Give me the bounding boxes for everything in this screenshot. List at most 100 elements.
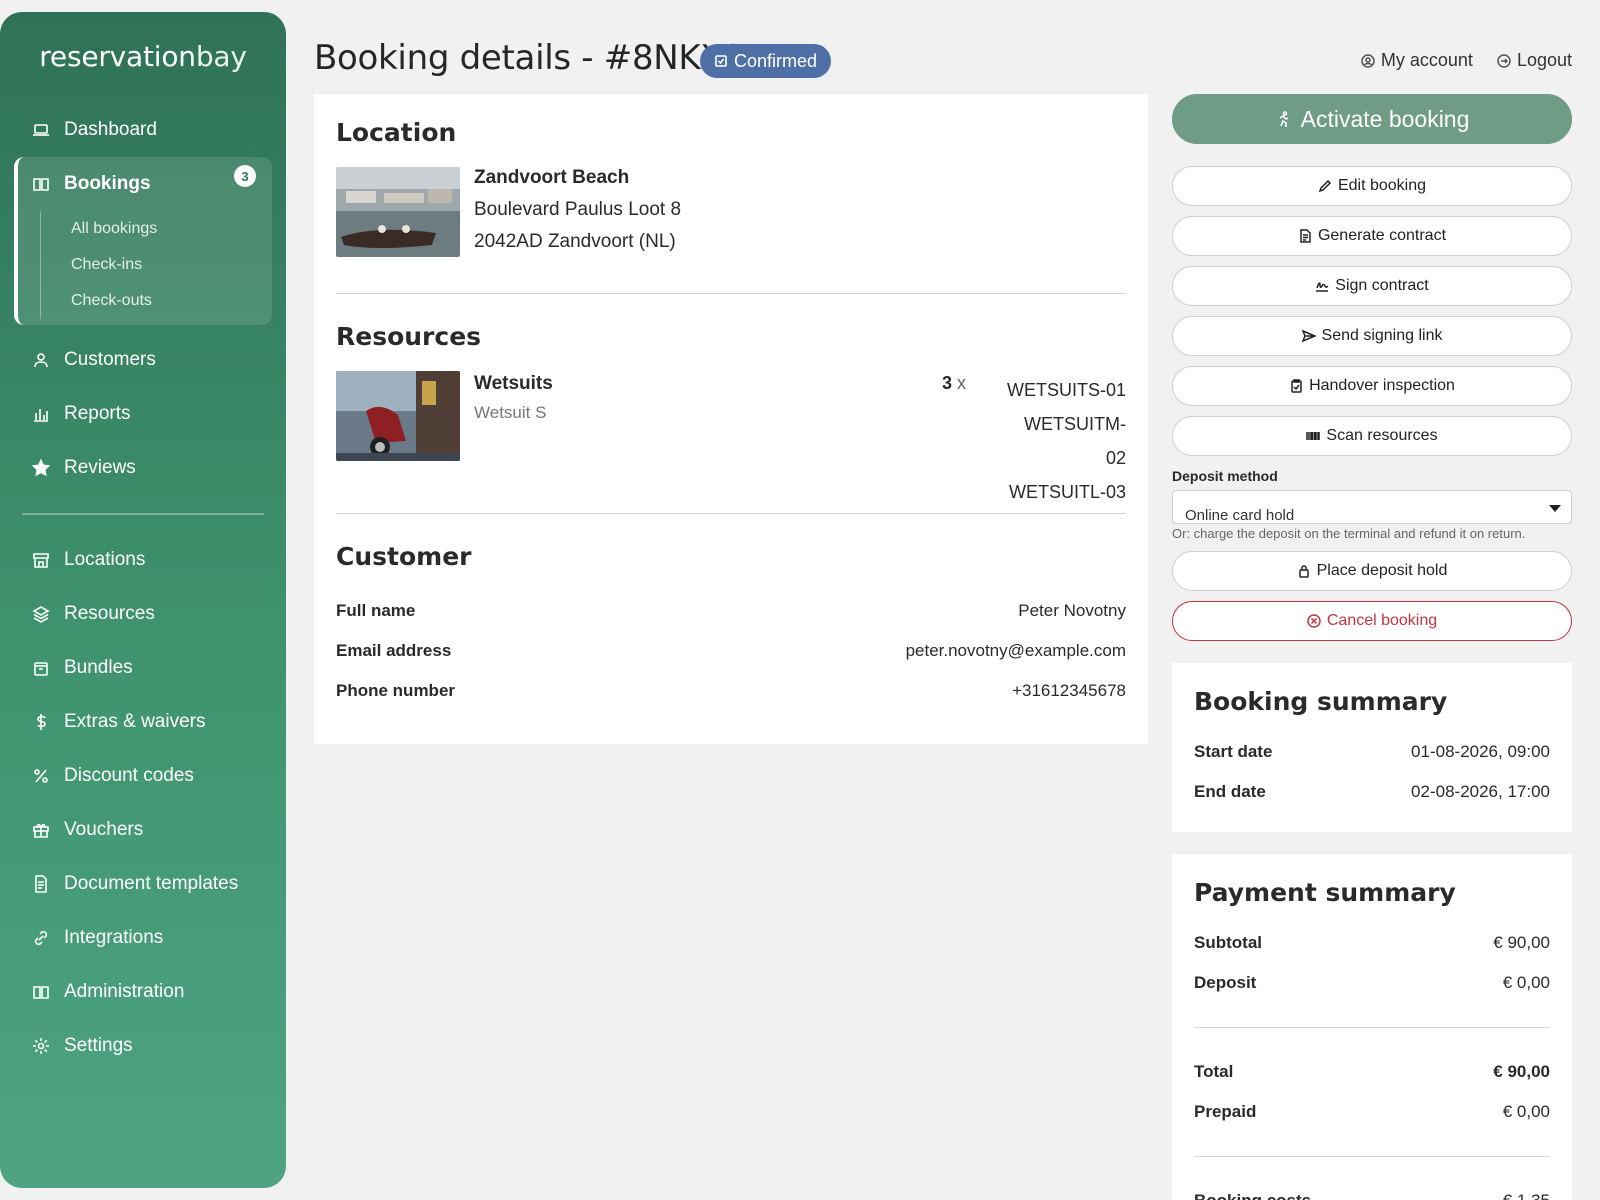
sidebar-item-label: Reports (64, 403, 131, 424)
sign-contract-label: Sign contract (1335, 277, 1429, 294)
sidebar-item-label: Administration (64, 981, 185, 1002)
sidebar-item-customers[interactable]: Customers (0, 333, 286, 387)
status-label: Confirmed (734, 50, 818, 71)
generate-contract-button[interactable]: Generate contract (1172, 216, 1572, 256)
sidebar-item-label: Document templates (64, 873, 239, 894)
payment-row: Total € 90,00 (1194, 1052, 1550, 1092)
resource-name: Wetsuits (474, 373, 553, 394)
sidebar-item-settings[interactable]: Settings (0, 1019, 286, 1073)
sidebar-item-label: Extras & waivers (64, 711, 206, 732)
calendar-icon (715, 55, 727, 67)
sidebar-item-document-templates[interactable]: Document templates (0, 857, 286, 911)
lock-icon (1298, 565, 1309, 578)
cancel-circle-icon (1307, 614, 1321, 628)
app-logo[interactable]: reservationbay (0, 40, 286, 73)
user-icon (32, 351, 50, 369)
actions-column: Activate booking Edit booking Generate c… (1172, 94, 1572, 1200)
activate-booking-label: Activate booking (1300, 105, 1470, 132)
handover-inspection-button[interactable]: Handover inspection (1172, 366, 1572, 406)
sidebar-item-bookings[interactable]: Bookings (18, 157, 272, 211)
summary-value: 01-08-2026, 09:00 (1411, 742, 1550, 761)
resource-info: Wetsuits Wetsuit S (474, 371, 553, 501)
send-signing-link-label: Send signing link (1321, 327, 1443, 344)
logout-label: Logout (1516, 50, 1572, 70)
payment-label: Subtotal (1194, 933, 1262, 952)
booking-details-card: Location Zandvoort Beach Boulevard Paulu… (314, 94, 1148, 744)
deposit-help-text: Or: charge the deposit on the terminal a… (1172, 526, 1526, 541)
sidebar-item-administration[interactable]: Administration (0, 965, 286, 1019)
customer-label: Full name (336, 601, 416, 620)
payment-summary-title: Payment summary (1194, 878, 1456, 907)
location-thumbnail (336, 167, 460, 257)
top-links: My account Logout (1361, 50, 1572, 71)
logout-icon (1497, 53, 1511, 68)
subnav-check-ins[interactable]: Check-ins (41, 247, 272, 283)
send-signing-link-button[interactable]: Send signing link (1172, 316, 1572, 356)
edit-booking-button[interactable]: Edit booking (1172, 166, 1572, 206)
sidebar-item-label: Bookings (64, 173, 151, 194)
payment-value: € 0,00 (1502, 973, 1550, 992)
document-icon (1300, 229, 1311, 243)
payment-summary-card: Payment summary Subtotal € 90,00 Deposit… (1172, 854, 1572, 1200)
link-icon (32, 929, 50, 947)
summary-label: Start date (1194, 742, 1273, 761)
deposit-method-label: Deposit method (1172, 468, 1278, 484)
sidebar-item-locations[interactable]: Locations (0, 533, 286, 587)
edit-booking-label: Edit booking (1337, 177, 1427, 194)
sidebar-item-bundles[interactable]: Bundles (0, 641, 286, 695)
customer-section-title: Customer (336, 542, 472, 571)
resources-section-title: Resources (336, 322, 482, 351)
sidebar-group-bookings: Bookings 3 All bookings Check-ins Check-… (14, 157, 272, 325)
generate-contract-label: Generate contract (1317, 227, 1447, 244)
payment-row: Prepaid € 0,00 (1194, 1092, 1550, 1132)
location-info: Zandvoort Beach Boulevard Paulus Loot 8 … (474, 167, 681, 263)
sidebar-item-label: Settings (64, 1035, 133, 1056)
payment-value: € 1,35 (1503, 1191, 1550, 1200)
subnav-all-bookings[interactable]: All bookings (41, 211, 272, 247)
sidebar-item-resources[interactable]: Resources (0, 587, 286, 641)
payment-row: Subtotal € 90,00 (1194, 923, 1550, 963)
activate-booking-button[interactable]: Activate booking (1172, 94, 1572, 144)
quantity-suffix: x (957, 373, 967, 393)
location-name: Zandvoort Beach (474, 167, 630, 188)
subnav-check-outs[interactable]: Check-outs (41, 283, 272, 319)
book-icon (32, 983, 50, 1001)
resource-code: WETSUITS-01 (1006, 380, 1126, 400)
sidebar-item-reviews[interactable]: Reviews (0, 441, 286, 495)
logout-link[interactable]: Logout (1497, 50, 1572, 71)
sidebar-item-vouchers[interactable]: Vouchers (0, 803, 286, 857)
customer-value: Peter Novotny (1018, 601, 1126, 620)
payment-label: Deposit (1194, 973, 1257, 992)
deposit-method-select[interactable]: Online card hold (1172, 490, 1572, 524)
scan-resources-button[interactable]: Scan resources (1172, 416, 1572, 456)
clipboard-check-icon (1291, 379, 1302, 393)
customer-row: Phone number +31612345678 (336, 671, 1126, 711)
payment-value: € 90,00 (1493, 933, 1550, 952)
cancel-booking-button[interactable]: Cancel booking (1172, 601, 1572, 641)
resource-code: 02 (1105, 448, 1126, 468)
send-icon (1301, 329, 1316, 343)
resource-codes: WETSUITS-01 WETSUITM- 02 WETSUITL-03 (1007, 373, 1126, 509)
sidebar-item-dashboard[interactable]: Dashboard (0, 103, 286, 157)
sidebar-item-extras[interactable]: Extras & waivers (0, 695, 286, 749)
my-account-link[interactable]: My account (1361, 50, 1473, 71)
sidebar-item-reports[interactable]: Reports (0, 387, 286, 441)
customer-value: +31612345678 (1012, 681, 1126, 700)
sidebar-item-label: Discount codes (64, 765, 194, 786)
divider (1194, 1156, 1550, 1157)
customer-row: Email address peter.novotny@example.com (336, 631, 1126, 671)
divider (336, 293, 1126, 294)
sidebar-divider (22, 513, 264, 515)
summary-label: End date (1194, 782, 1266, 801)
sidebar-item-discount-codes[interactable]: Discount codes (0, 749, 286, 803)
payment-label: Total (1194, 1062, 1234, 1081)
resource-thumbnail (336, 371, 460, 461)
sidebar-item-label: Bundles (64, 657, 133, 678)
sidebar-item-label: Vouchers (64, 819, 144, 840)
sign-contract-button[interactable]: Sign contract (1172, 266, 1572, 306)
sidebar-item-integrations[interactable]: Integrations (0, 911, 286, 965)
gift-icon (32, 821, 50, 839)
sidebar-item-label: Customers (64, 349, 156, 370)
place-deposit-hold-button[interactable]: Place deposit hold (1172, 551, 1572, 591)
store-icon (32, 551, 50, 569)
